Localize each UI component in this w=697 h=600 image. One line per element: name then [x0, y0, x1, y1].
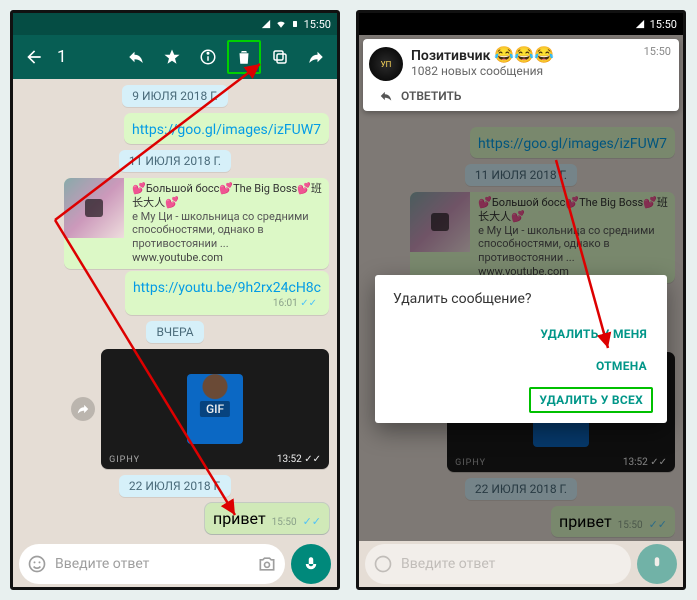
date-pill: ВЧЕРА: [146, 321, 203, 343]
camera-icon[interactable]: [257, 554, 277, 574]
gif-badge: GIF: [200, 401, 230, 417]
link-text[interactable]: https://youtu.be/9h2rx24cH8c: [133, 280, 321, 296]
chat-area-dimmed: https://goo.gl/images/izFUW7 11 ИЮЛЯ 201…: [359, 35, 683, 541]
message-time: 15:50: [272, 517, 297, 528]
message-time: 13:52 ✓✓: [277, 454, 321, 465]
youtube-preview[interactable]: 💕Большой босс💕The Big Boss💕班长大人💕 е Му Ци…: [64, 178, 329, 269]
copy-button[interactable]: [263, 40, 297, 74]
forward-button[interactable]: [299, 40, 333, 74]
message-input[interactable]: Введите ответ: [19, 544, 285, 584]
message-time: 16:01 ✓✓: [133, 296, 321, 309]
notification-subtitle: 1082 новых сообщения: [411, 64, 636, 78]
delete-for-all-button[interactable]: УДАЛИТЬ У ВСЕХ: [529, 387, 653, 413]
info-button[interactable]: [191, 40, 225, 74]
status-bar: 15:50: [359, 13, 683, 35]
notification-time: 15:50: [644, 45, 671, 58]
message-link1[interactable]: https://goo.gl/images/izFUW7: [124, 113, 329, 144]
message-hello-selected[interactable]: привет 15:50 ✓✓: [205, 503, 329, 534]
delete-dialog: Удалить сообщение? УДАЛИТЬ У МЕНЯ ОТМЕНА…: [375, 275, 667, 423]
message-link2[interactable]: https://youtu.be/9h2rx24cH8c 16:01 ✓✓: [125, 271, 329, 315]
wifi-icon: [276, 19, 286, 29]
youtube-meta: 💕Большой босс💕The Big Boss💕班长大人💕 е Му Ци…: [132, 178, 329, 269]
emoji-icon[interactable]: [27, 554, 47, 574]
notification-reply-label: ОТВЕТИТЬ: [401, 89, 461, 103]
message-input: Введите ответ: [365, 544, 631, 584]
notification-title: Позитивчик: [411, 48, 490, 64]
notification-reply-button[interactable]: ОТВЕТИТЬ: [369, 81, 671, 107]
input-bar: Введите ответ: [359, 541, 683, 587]
emoji-icon: [373, 554, 393, 574]
date-pill: 9 ИЮЛЯ 2018 Г.: [122, 85, 227, 107]
signal-icon: [635, 19, 645, 29]
youtube-title: 💕Большой босс💕The Big Boss💕班长大人💕: [132, 182, 323, 210]
mic-button[interactable]: [291, 544, 331, 584]
status-bar: 15:50: [13, 13, 337, 35]
youtube-domain: www.youtube.com: [132, 251, 323, 265]
forward-bubble-icon[interactable]: [71, 397, 95, 421]
gif-message[interactable]: GIF GIPHY 13:52 ✓✓: [101, 349, 329, 469]
youtube-thumb: [64, 178, 124, 238]
delete-button[interactable]: [227, 40, 261, 74]
notification-emoji: 😂😂😂: [494, 45, 554, 64]
status-time: 15:50: [304, 18, 331, 31]
delete-for-me-button[interactable]: УДАЛИТЬ У МЕНЯ: [534, 323, 653, 345]
read-ticks-icon: ✓✓: [303, 515, 321, 528]
star-button[interactable]: [155, 40, 189, 74]
signal-icon: [261, 19, 271, 29]
cancel-button[interactable]: ОТМЕНА: [590, 355, 653, 377]
selection-count: 1: [57, 47, 67, 67]
chat-area[interactable]: 9 ИЮЛЯ 2018 Г. https://goo.gl/images/izF…: [13, 79, 337, 541]
notification-card[interactable]: УП Позитивчик 😂😂😂 1082 новых сообщения 1…: [363, 39, 679, 111]
input-placeholder: Введите ответ: [55, 556, 149, 572]
mic-button: [637, 544, 677, 584]
phone-left: 15:50 1 9 ИЮЛЯ 2018 Г. https://goo.gl/im…: [10, 10, 340, 590]
phone-right: 15:50 https://goo.gl/images/izFUW7 11 ИЮ…: [356, 10, 686, 590]
selection-toolbar: 1: [13, 35, 337, 79]
date-pill: 11 ИЮЛЯ 2018 Г.: [119, 150, 231, 172]
notification-avatar: УП: [369, 47, 403, 81]
input-bar: Введите ответ: [13, 541, 337, 587]
dialog-title: Удалить сообщение?: [393, 291, 653, 307]
date-pill: 22 ИЮЛЯ 2018 Г.: [119, 475, 231, 497]
giphy-attribution: GIPHY: [109, 455, 140, 465]
status-time: 15:50: [650, 18, 677, 31]
reply-button[interactable]: [119, 40, 153, 74]
back-button[interactable]: [17, 40, 51, 74]
battery-icon: [291, 18, 299, 30]
link-text[interactable]: https://goo.gl/images/izFUW7: [132, 122, 321, 138]
youtube-desc: е Му Ци - школьница со средними способно…: [132, 210, 323, 251]
message-text: привет: [213, 509, 266, 528]
